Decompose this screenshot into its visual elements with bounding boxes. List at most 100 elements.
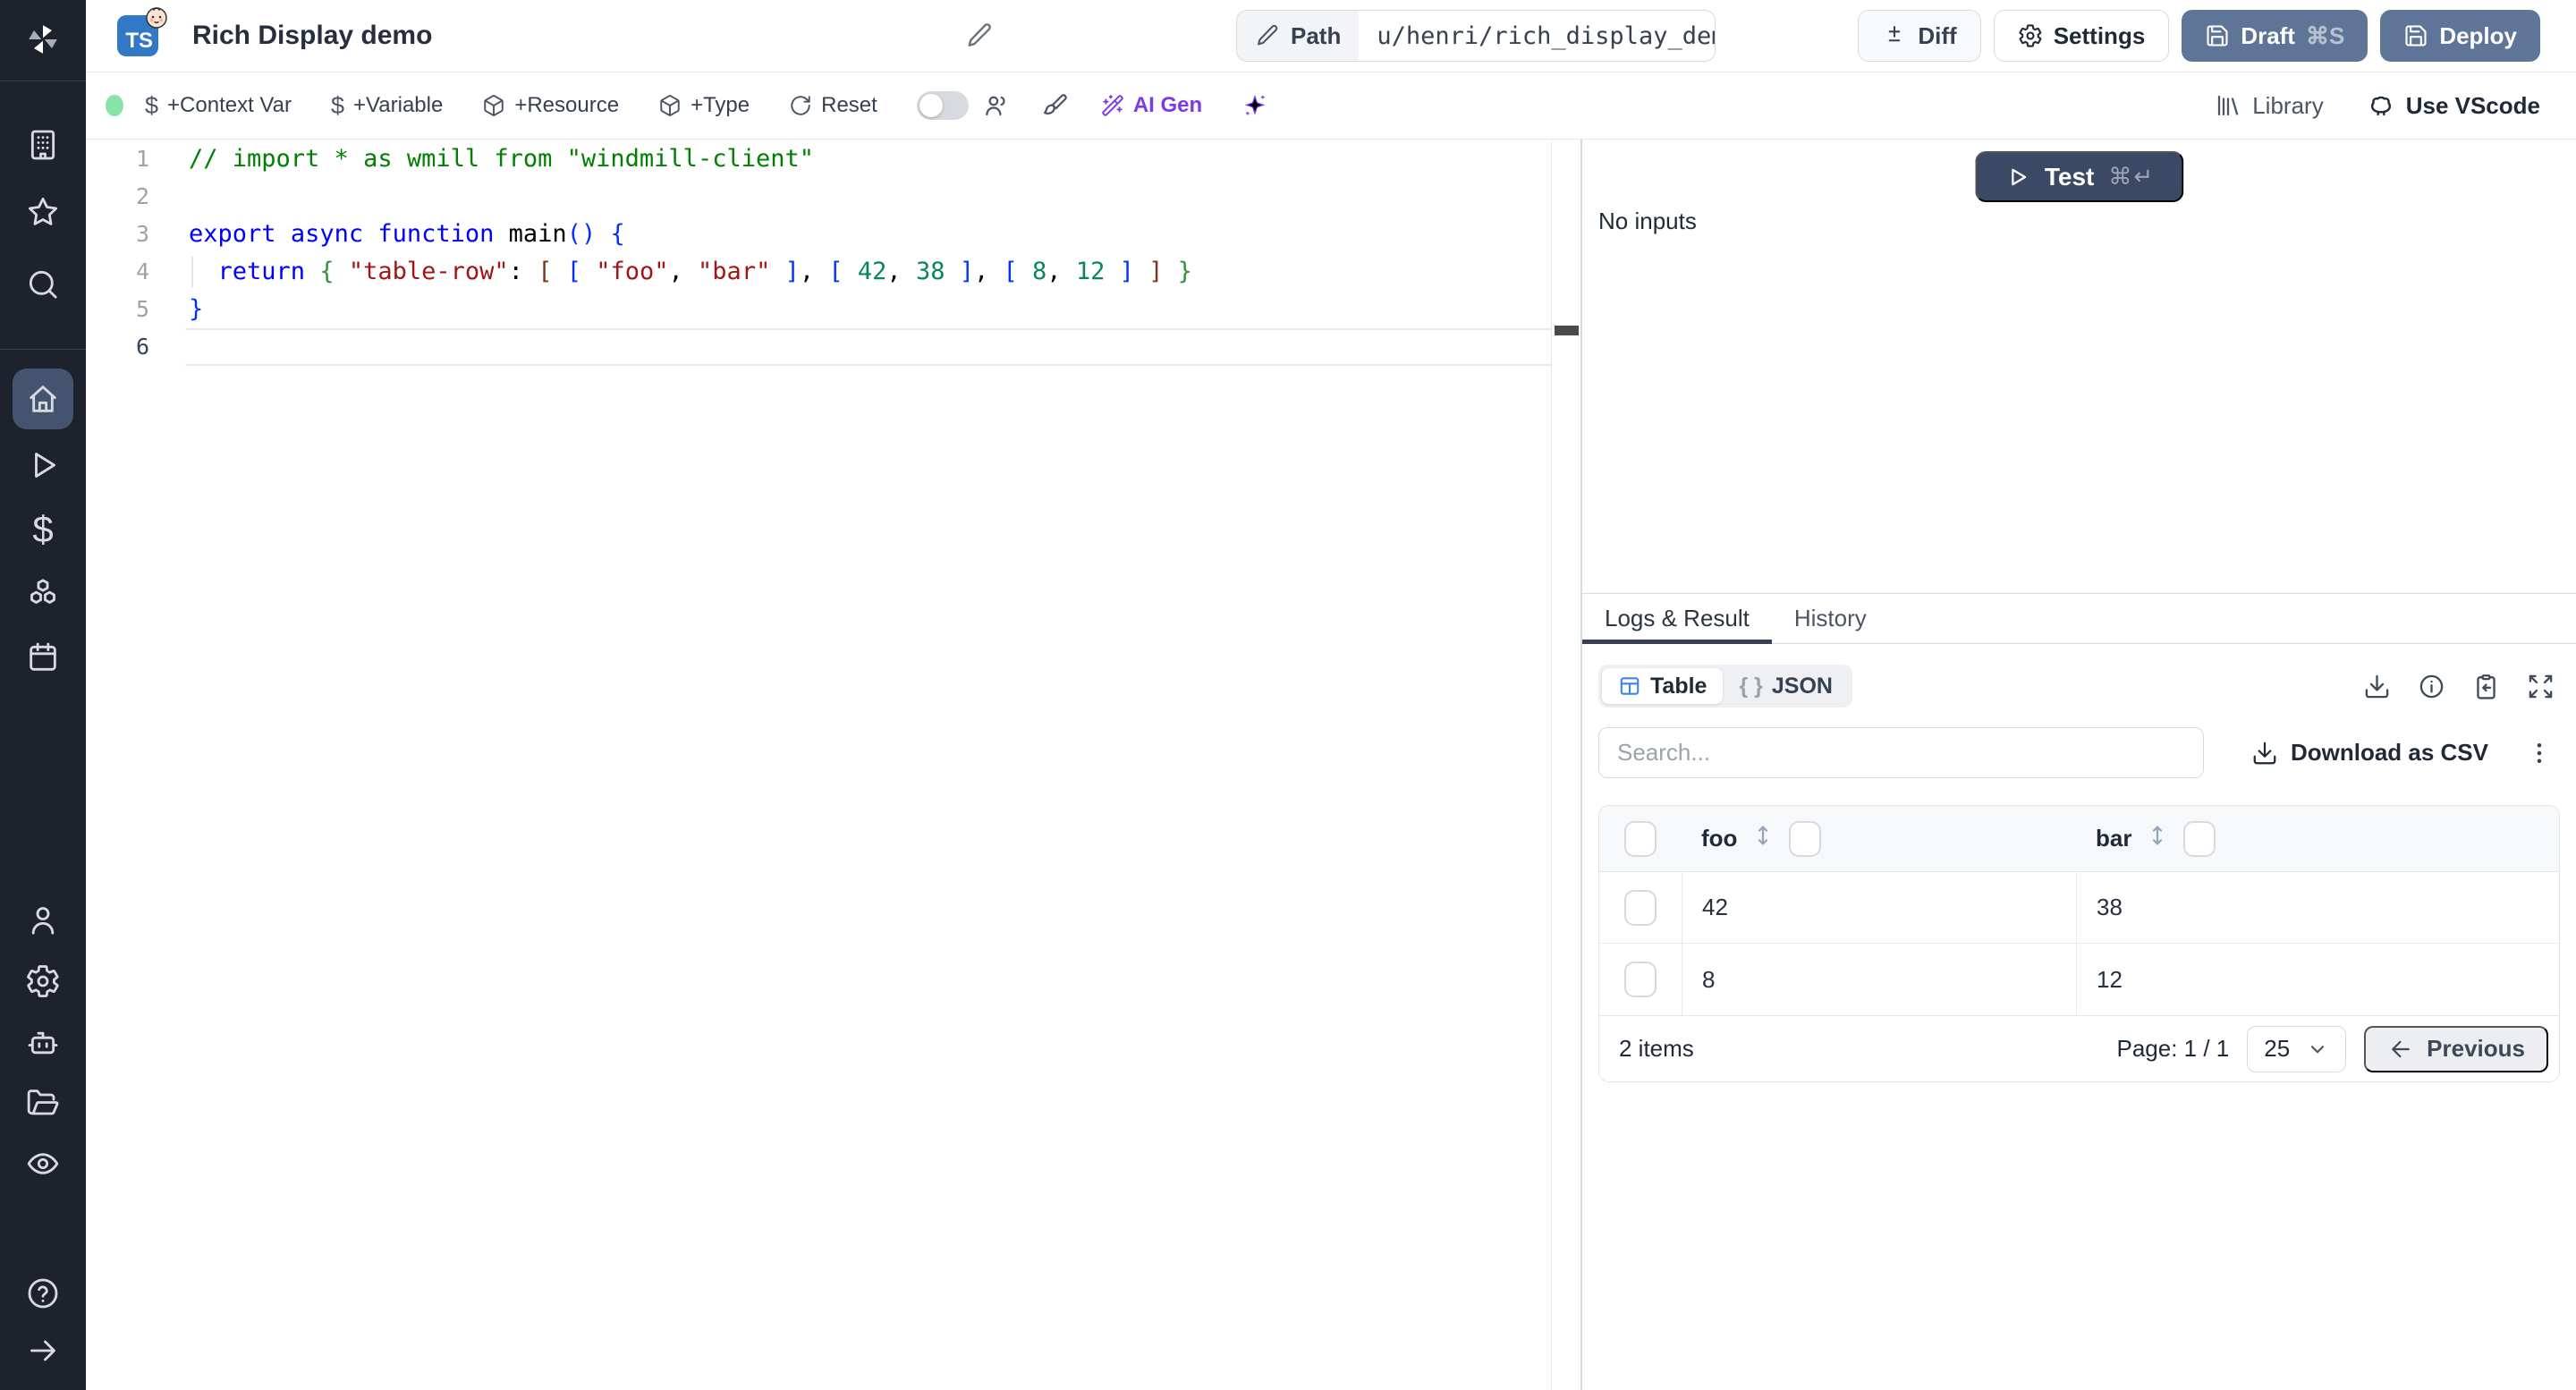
table-row: 42 38 [1599,872,2559,944]
expand-icon[interactable] [2527,673,2555,700]
sidebar-item-workspace[interactable] [13,114,73,175]
format-brush-icon[interactable] [1042,92,1069,119]
add-resource-button[interactable]: +Resource [482,93,619,118]
add-context-var-button[interactable]: $ +Context Var [145,92,292,120]
sidebar-item-folders[interactable] [13,1072,73,1133]
line-number: 5 [135,296,149,322]
sidebar-item-expand[interactable] [13,1320,73,1381]
users-icon[interactable] [983,92,1010,119]
more-options-kebab[interactable] [2526,740,2553,767]
line-number: 6 [135,334,149,360]
no-inputs-label: No inputs [1598,208,1697,234]
add-type-button[interactable]: +Type [658,93,750,118]
code-line[interactable]: 2 [86,178,1580,216]
sidebar-item-workers[interactable] [13,1013,73,1073]
column-filter-checkbox[interactable] [1789,820,1822,857]
column-filter-checkbox[interactable] [2183,820,2216,857]
editor-overview-ruler[interactable] [1551,140,1580,1390]
view-mode-json[interactable]: { } JSON [1723,668,1849,704]
table-body: 42 38 8 12 [1599,872,2559,1015]
sidebar-item-search[interactable] [13,254,73,315]
sidebar-item-favorites[interactable] [13,182,73,242]
sparkles-icon[interactable] [1241,92,1268,119]
code-line[interactable]: 4 return { "table-row": [ [ "foo", "bar"… [86,253,1580,291]
code-line[interactable]: 3 export async function main() { [86,216,1580,253]
tab-history[interactable]: History [1772,594,1889,643]
baby-emoji-icon [146,7,167,29]
library-button[interactable]: Library [2215,92,2324,120]
view-mode-table[interactable]: Table [1602,668,1724,704]
table-footer: 2 items Page: 1 / 1 25 Previous [1599,1015,2559,1081]
vscode-cat-icon [2370,96,2391,116]
dollar-icon: $ [145,91,159,119]
add-variable-button[interactable]: $ +Variable [331,92,443,120]
table-header: foo bar [1599,806,2559,872]
sort-icon[interactable] [1750,822,1776,855]
indent-guide [191,257,193,287]
chevron-down-icon [2311,1045,2325,1053]
diff-button[interactable]: Diff [1858,10,1981,62]
multiplayer-toggle[interactable] [916,91,969,120]
column-header-bar[interactable]: bar [2096,825,2131,852]
page-size-select[interactable]: 25 [2247,1025,2347,1072]
sidebar-item-audit[interactable] [13,1133,73,1194]
download-csv-button[interactable]: Download as CSV [2251,739,2488,767]
folder-open-icon [25,1085,61,1121]
sidebar-item-help[interactable] [13,1263,73,1324]
robot-icon [25,1025,61,1061]
row-checkbox[interactable] [1624,889,1657,926]
dollar-icon: $ [32,508,54,550]
sidebar: $ [0,0,86,1390]
windmill-logo-icon[interactable] [13,9,73,70]
tab-logs-result[interactable]: Logs & Result [1582,594,1772,644]
result-tabs: Logs & Result History [1582,594,2576,644]
code-line[interactable]: 5} [86,291,1580,328]
previous-page-button[interactable]: Previous [2364,1025,2548,1072]
sidebar-item-users[interactable] [13,890,73,951]
gear-icon [25,963,61,999]
use-vscode-button[interactable]: Use VScode [2367,91,2540,120]
download-result-icon[interactable] [2363,673,2391,700]
sidebar-item-resources[interactable] [13,563,73,623]
home-icon [25,381,61,417]
draft-button[interactable]: Draft ⌘S [2182,10,2368,62]
boxes-icon [25,575,61,611]
code-line[interactable]: 6 [86,328,1580,366]
table-icon [1620,677,1640,695]
refresh-icon [791,96,810,115]
ai-gen-button[interactable]: AI Gen [1101,93,1202,118]
line-number: 2 [135,183,149,209]
select-all-checkbox[interactable] [1624,820,1657,857]
copy-to-clipboard-icon[interactable] [2472,673,2500,700]
dollar-icon: $ [331,91,345,119]
calendar-icon [25,640,61,675]
settings-button[interactable]: Settings [1993,10,2170,62]
play-icon [25,447,61,483]
sidebar-item-home[interactable] [13,369,73,429]
info-icon[interactable] [2418,673,2445,700]
path-control[interactable]: Path u/henri/rich_display_demo [1236,10,1716,62]
editor-toolbar: $ +Context Var $ +Variable +Resource +Ty… [86,72,2576,140]
sidebar-item-variables[interactable]: $ [13,499,73,560]
cell-bar: 12 [2076,944,2559,1015]
deploy-button[interactable]: Deploy [2380,10,2540,62]
column-header-foo[interactable]: foo [1701,825,1737,852]
sort-icon[interactable] [2144,822,2171,855]
language-status-dot [106,95,123,116]
sidebar-item-runs[interactable] [13,435,73,496]
reset-button[interactable]: Reset [789,93,877,118]
code-line[interactable]: 1// import * as wmill from "windmill-cli… [86,140,1580,178]
plus-minus-icon [1889,26,1901,42]
row-checkbox[interactable] [1624,962,1657,997]
test-shortcut: ⌘↵ [2108,163,2156,190]
page-title: Rich Display demo [192,21,433,50]
sidebar-item-settings[interactable] [13,951,73,1012]
test-button[interactable]: Test ⌘↵ [1974,151,2184,202]
edit-pencil-icon[interactable] [965,21,994,55]
code-editor[interactable]: 1// import * as wmill from "windmill-cli… [86,140,1580,1390]
braces-icon: { } [1739,673,1763,699]
building-icon [25,127,61,163]
sidebar-item-schedules[interactable] [13,627,73,688]
path-label[interactable]: Path [1237,11,1360,61]
search-input[interactable] [1598,727,2204,778]
